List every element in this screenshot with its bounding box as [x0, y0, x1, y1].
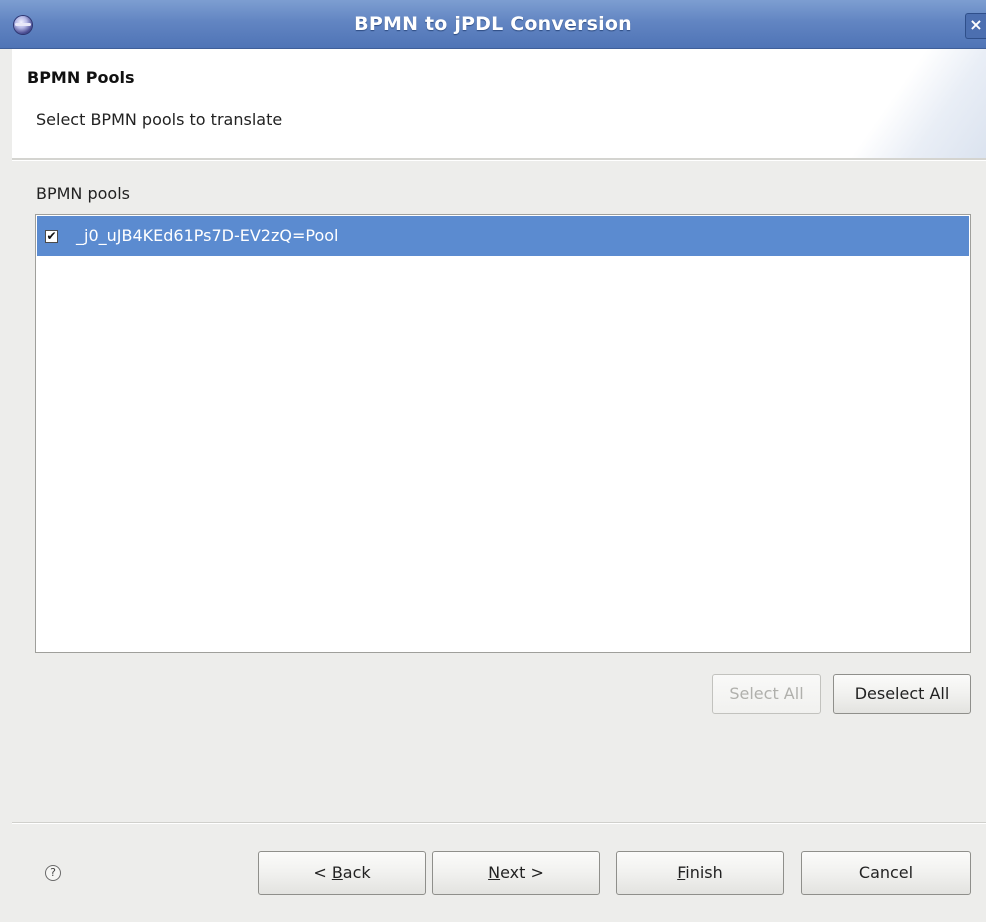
deselect-all-button[interactable]: Deselect All: [833, 674, 971, 714]
pools-label: BPMN pools: [36, 184, 130, 203]
page-title: BPMN Pools: [27, 68, 135, 87]
cancel-button[interactable]: Cancel: [801, 851, 971, 895]
footer-separator: [12, 822, 986, 824]
window-title: BPMN to jPDL Conversion: [354, 13, 632, 35]
next-mnemonic: N: [488, 863, 501, 882]
finish-rest: inish: [685, 863, 723, 882]
finish-button[interactable]: Finish: [616, 851, 784, 895]
header-separator: [12, 158, 986, 161]
back-rest: ack: [342, 863, 371, 882]
title-bar[interactable]: BPMN to jPDL Conversion ×: [0, 0, 986, 49]
wizard-header: BPMN Pools Select BPMN pools to translat…: [12, 49, 986, 158]
window-left-edge: [0, 49, 12, 922]
back-prefix: <: [313, 863, 332, 882]
back-mnemonic: B: [331, 863, 343, 882]
pool-name: _j0_uJB4KEd61Ps7D-EV2zQ=Pool: [76, 226, 339, 245]
close-icon[interactable]: ×: [965, 13, 986, 39]
select-all-button[interactable]: Select All: [712, 674, 821, 714]
back-button[interactable]: < Back: [258, 851, 426, 895]
checkbox-checked-icon[interactable]: ✔: [45, 230, 58, 243]
next-button[interactable]: Next >: [432, 851, 600, 895]
pool-list[interactable]: ✔ _j0_uJB4KEd61Ps7D-EV2zQ=Pool: [35, 214, 971, 653]
next-rest: ext >: [500, 863, 544, 882]
header-banner-graphic: [816, 49, 986, 158]
page-description: Select BPMN pools to translate: [36, 110, 283, 129]
help-icon[interactable]: ?: [45, 865, 61, 881]
conversion-dialog: BPMN to jPDL Conversion × BPMN Pools Sel…: [0, 0, 986, 922]
list-item[interactable]: ✔ _j0_uJB4KEd61Ps7D-EV2zQ=Pool: [37, 216, 969, 256]
